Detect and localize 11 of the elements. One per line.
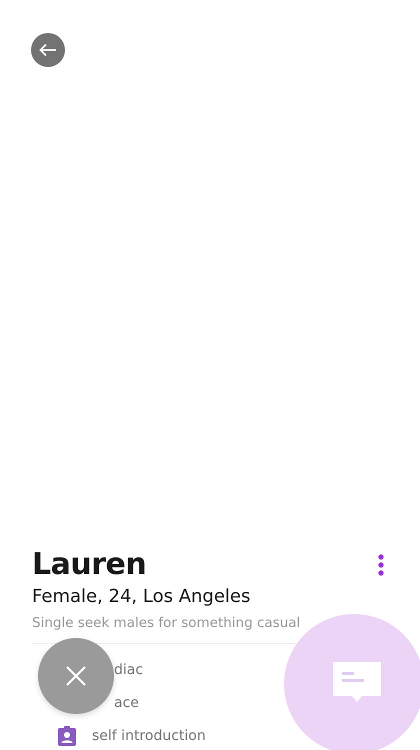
close-icon xyxy=(65,665,87,687)
profile-info: Female, 24, Los Angeles xyxy=(32,586,252,607)
back-arrow-icon xyxy=(39,43,57,57)
detail-label: self introduction xyxy=(92,728,206,744)
id-badge-icon xyxy=(58,726,76,746)
detail-label: diac xyxy=(114,662,144,678)
profile-tagline: Single seek males for something casual xyxy=(32,615,302,631)
detail-label: ace xyxy=(114,695,139,711)
back-button[interactable] xyxy=(31,33,65,67)
more-icon xyxy=(378,554,384,576)
profile-name: Lauren xyxy=(32,547,146,582)
